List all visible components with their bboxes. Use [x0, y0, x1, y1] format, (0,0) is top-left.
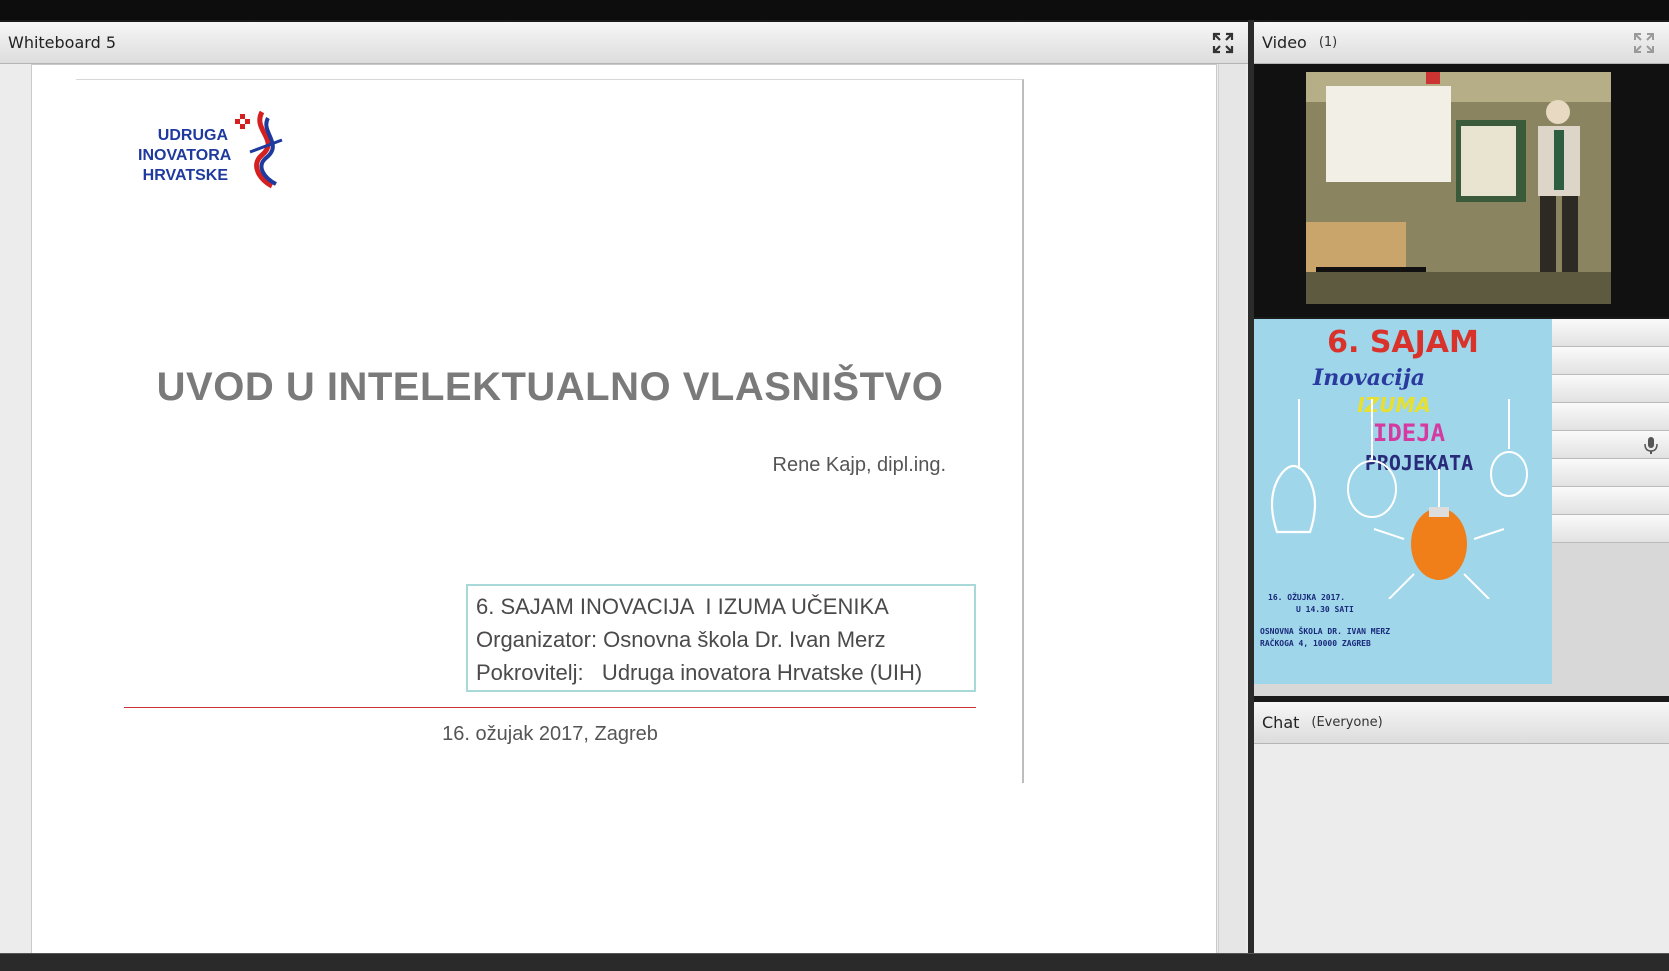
- video-count: (1): [1318, 35, 1338, 50]
- chat-pod: Chat (Everyone): [1254, 702, 1669, 953]
- bottom-bar: [0, 953, 1669, 971]
- slide-title: UVOD U INTELEKTUALNO VLASNIŠTVO: [156, 365, 944, 409]
- chat-audience[interactable]: (Everyone): [1311, 715, 1382, 730]
- poster-time: U 14.30 SATI: [1296, 605, 1354, 614]
- logo-text: UDRUGA INOVATORA HRVATSKE: [138, 126, 232, 186]
- video-scene-image: [1306, 72, 1611, 304]
- info-line-event: 6. SAJAM INOVACIJA I IZUMA UČENIKA: [476, 594, 889, 619]
- logo-line-2: INOVATORA: [138, 147, 232, 164]
- poster-date: 16. OŽUJKA 2017.: [1268, 593, 1346, 602]
- logo-figure-icon: [235, 110, 283, 189]
- uih-logo: UDRUGA INOVATORA HRVATSKE: [138, 110, 308, 190]
- presentation-slide: UDRUGA INOVATORA HRVATSKE UVOD U INTELEK…: [76, 79, 1024, 783]
- video-header: Video (1): [1254, 22, 1669, 64]
- video-title: Video: [1262, 33, 1307, 52]
- poster-venue: OSNOVNA ŠKOLA DR. IVAN MERZ: [1260, 627, 1391, 636]
- microphone-icon[interactable]: [1641, 435, 1661, 455]
- event-info-box: 6. SAJAM INOVACIJA I IZUMA UČENIKA Organ…: [466, 584, 976, 692]
- whiteboard-header: Whiteboard 5: [0, 22, 1248, 64]
- attendee-pod: 6. SAJAM Inovacija IZUMA IDEJA PROJEKATA…: [1254, 319, 1669, 696]
- video-feed[interactable]: [1306, 72, 1611, 304]
- poster-heading: 6. SAJAM: [1327, 325, 1479, 360]
- chat-header: Chat (Everyone): [1254, 702, 1669, 744]
- whiteboard-scrollbar[interactable]: [1218, 64, 1246, 954]
- info-line-sponsor: Pokrovitelj: Udruga inovatora Hrvatske (…: [476, 660, 923, 685]
- chat-messages-area[interactable]: [1256, 746, 1667, 951]
- event-poster: 6. SAJAM Inovacija IZUMA IDEJA PROJEKATA…: [1254, 319, 1552, 684]
- expand-icon[interactable]: [1633, 32, 1655, 54]
- whiteboard-title: Whiteboard 5: [8, 33, 116, 52]
- slide-divider: [124, 707, 976, 708]
- video-pod: Video (1): [1254, 22, 1669, 317]
- chat-title: Chat: [1262, 713, 1300, 732]
- poster-line-1: Inovacija: [1313, 365, 1425, 391]
- logo-line-1: UDRUGA: [157, 127, 228, 144]
- slide-date: 16. ožujak 2017, Zagreb: [442, 723, 658, 745]
- logo-line-3: HRVATSKE: [142, 167, 228, 184]
- expand-icon[interactable]: [1212, 32, 1234, 54]
- lightbulb-illustration: [1270, 399, 1528, 599]
- top-bar: [0, 0, 1669, 20]
- poster-address: RAČKOGA 4, 10000 ZAGREB: [1260, 639, 1371, 648]
- info-line-organizer: Organizator: Osnovna škola Dr. Ivan Merz: [476, 627, 886, 652]
- slide-author: Rene Kajp, dipl.ing.: [772, 454, 946, 476]
